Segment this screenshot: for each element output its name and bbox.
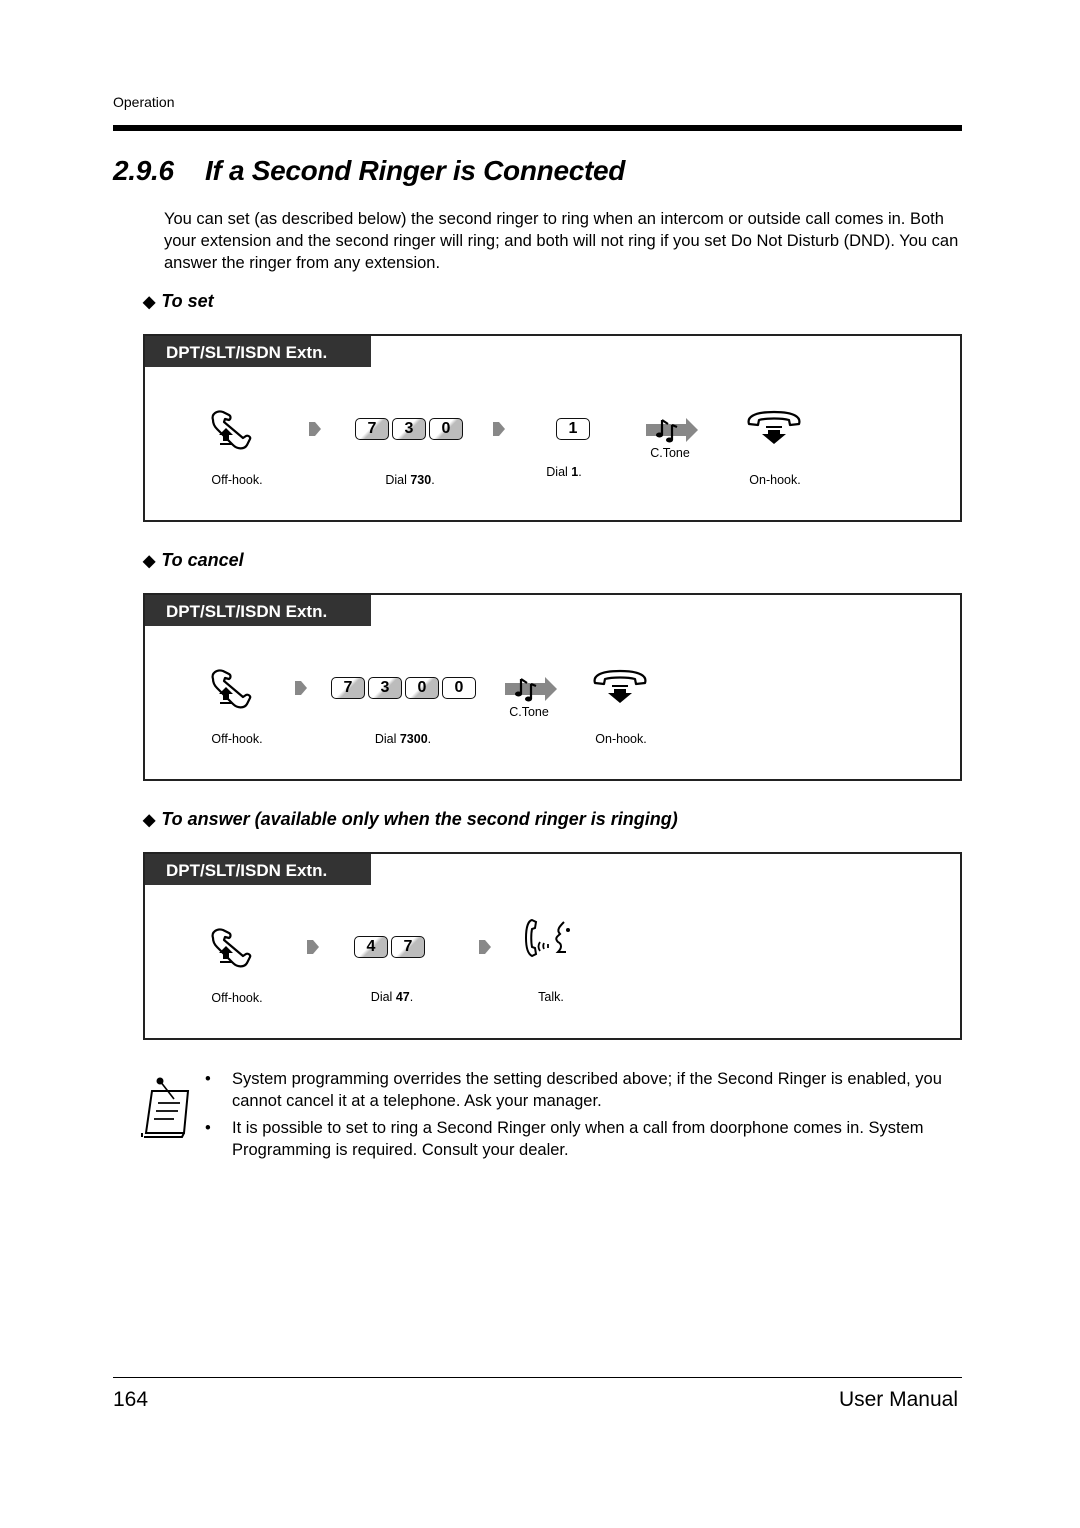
diamond-bullet-icon: ◆ [143, 812, 156, 829]
off-hook-icon [211, 669, 252, 709]
step-arrow-icon [295, 681, 307, 695]
ctone-label: C.Tone [650, 446, 690, 460]
header-rule [113, 125, 962, 131]
step-label-dial-7300: Dial 7300. [374, 732, 432, 746]
procedure-box-to-answer: DPT/SLT/ISDN Extn. 4 7 Off-hook. Dial 47… [143, 852, 962, 1040]
confirmation-tone-icon [646, 416, 700, 444]
diamond-bullet-icon: ◆ [143, 294, 156, 311]
key-3: 3 [368, 677, 402, 699]
dial-keys-7300: 7 3 0 0 [331, 677, 476, 699]
footer-rule [113, 1377, 962, 1378]
procedure-box-to-cancel: DPT/SLT/ISDN Extn. 7 3 0 0 C.Tone Off-ho… [143, 593, 962, 781]
step-label-on-hook: On-hook. [749, 473, 801, 487]
step-arrow-icon [309, 422, 321, 436]
key-7: 7 [331, 677, 365, 699]
key-7: 7 [355, 418, 389, 440]
dial-keys-47: 4 7 [354, 936, 425, 958]
off-hook-icon [211, 410, 252, 450]
diamond-bullet-icon: ◆ [143, 553, 156, 570]
off-hook-icon [211, 928, 252, 968]
key-0: 0 [405, 677, 439, 699]
step-label-off-hook: Off-hook. [211, 732, 263, 746]
dial-keys-1: 1 [556, 418, 590, 440]
key-0: 0 [429, 418, 463, 440]
extension-type-tab: DPT/SLT/ISDN Extn. [145, 336, 371, 367]
key-0: 0 [442, 677, 476, 699]
key-3: 3 [392, 418, 426, 440]
subheading-to-cancel: ◆ To cancel [143, 550, 244, 570]
dial-keys-730: 7 3 0 [355, 418, 463, 440]
on-hook-icon [747, 410, 801, 446]
procedure-box-to-set: DPT/SLT/ISDN Extn. 7 3 0 1 C.Tone Off-ho… [143, 334, 962, 522]
extension-type-tab: DPT/SLT/ISDN Extn. [145, 854, 371, 885]
note-item: • It is possible to set to ring a Second … [205, 1119, 924, 1159]
intro-paragraph: You can set (as described below) the sec… [164, 210, 959, 272]
step-label-dial-47: Dial 47. [370, 990, 414, 1004]
page-number: 164 [113, 1388, 149, 1411]
page-title: 2.9.6 If a Second Ringer is Connected [113, 155, 625, 187]
manual-title: User Manual [838, 1388, 958, 1411]
key-4: 4 [354, 936, 388, 958]
notes-list: • System programming overrides the settin… [205, 1068, 965, 1166]
section-title: If a Second Ringer is Connected [205, 155, 626, 186]
on-hook-icon [593, 669, 647, 705]
step-label-talk: Talk. [538, 990, 564, 1004]
extension-type-tab: DPT/SLT/ISDN Extn. [145, 595, 371, 626]
section-number: 2.9.6 [113, 155, 174, 186]
key-1: 1 [556, 418, 590, 440]
step-arrow-icon [307, 940, 319, 954]
subheading-to-answer: ◆ To answer (available only when the seco… [143, 809, 678, 829]
ctone-label: C.Tone [509, 705, 549, 719]
step-label-on-hook: On-hook. [595, 732, 647, 746]
step-label-off-hook: Off-hook. [211, 473, 263, 487]
step-label-dial-730: Dial 730. [385, 473, 435, 487]
step-arrow-icon [479, 940, 491, 954]
note-memo-icon [141, 1077, 190, 1138]
step-label-off-hook: Off-hook. [211, 991, 263, 1005]
key-7: 7 [391, 936, 425, 958]
talk-icon [525, 919, 571, 957]
subheading-to-set: ◆ To set [143, 291, 214, 311]
note-item: • System programming overrides the settin… [205, 1070, 942, 1110]
step-label-dial-1: Dial 1. [546, 465, 582, 479]
step-arrow-icon [493, 422, 505, 436]
running-header: Operation [113, 94, 175, 110]
confirmation-tone-icon [505, 675, 559, 703]
